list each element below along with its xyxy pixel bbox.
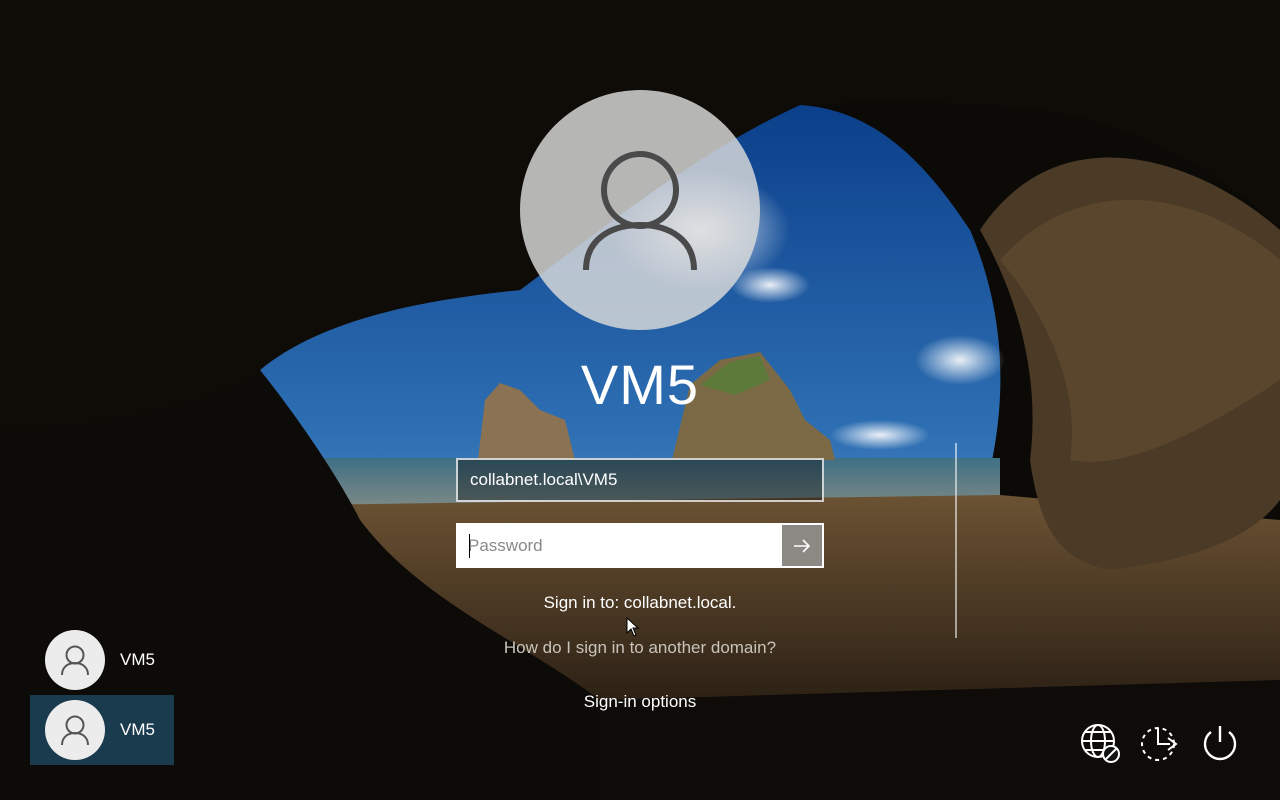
sign-in-domain-text: Sign in to: collabnet.local. bbox=[543, 593, 737, 612]
user-icon bbox=[61, 715, 89, 746]
user-tile-label: VM5 bbox=[120, 720, 155, 739]
user-tile-label: VM5 bbox=[120, 650, 155, 669]
user-icon bbox=[61, 645, 89, 676]
power-button[interactable] bbox=[1199, 722, 1241, 764]
text-caret bbox=[469, 534, 470, 558]
other-domain-link[interactable]: How do I sign in to another domain? bbox=[0, 638, 1280, 658]
user-icon bbox=[583, 151, 697, 271]
network-icon bbox=[1081, 724, 1120, 763]
password-input[interactable] bbox=[458, 525, 782, 566]
password-box bbox=[456, 523, 824, 568]
user-avatar-small bbox=[45, 700, 105, 760]
network-button[interactable] bbox=[1079, 722, 1121, 764]
vertical-divider bbox=[955, 443, 957, 638]
mouse-pointer-icon bbox=[626, 616, 640, 642]
user-avatar-small bbox=[45, 630, 105, 690]
domain-username-field[interactable]: collabnet.local\VM5 bbox=[456, 458, 824, 502]
arrow-right-icon bbox=[794, 538, 811, 553]
ease-of-access-icon bbox=[1141, 727, 1178, 761]
ease-of-access-button[interactable] bbox=[1138, 722, 1180, 764]
username-heading: VM5 bbox=[580, 353, 700, 416]
submit-button[interactable] bbox=[782, 525, 822, 566]
user-avatar-large bbox=[520, 90, 760, 330]
sign-in-options-link[interactable]: Sign-in options bbox=[0, 692, 1280, 712]
user-tile-selected[interactable]: VM5 bbox=[30, 695, 174, 765]
power-icon bbox=[1203, 726, 1237, 761]
user-tile[interactable]: VM5 bbox=[30, 625, 174, 695]
